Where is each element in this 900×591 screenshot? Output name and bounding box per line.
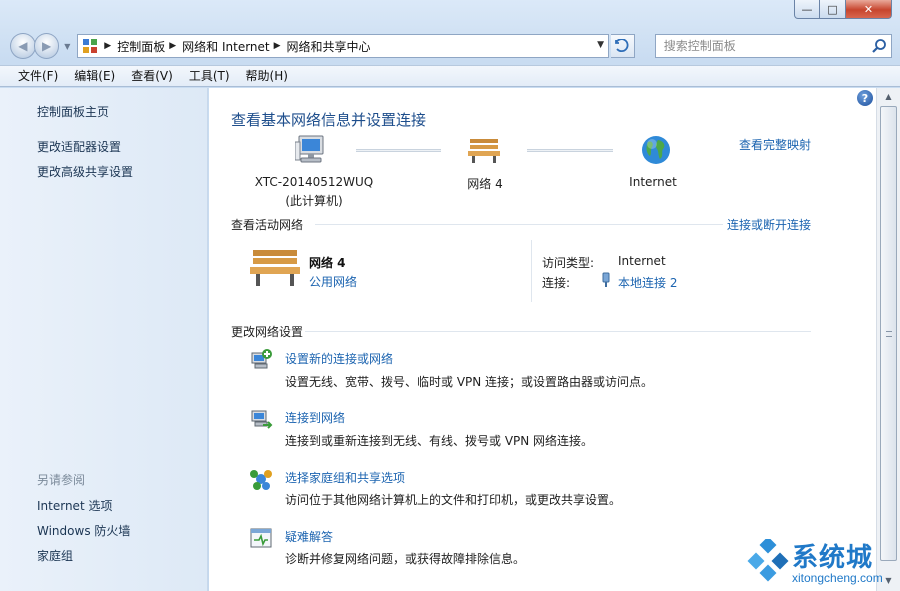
search-box[interactable]	[654, 34, 893, 58]
sidebar: 控制面板主页 更改适配器设置 更改高级共享设置 另请参阅 Internet 选项…	[0, 88, 208, 591]
task-link-connect-network[interactable]: 连接到网络	[285, 409, 345, 426]
task-desc-homegroup: 访问位于其他网络计算机上的文件和打印机，或更改共享设置。	[285, 493, 622, 507]
bench-icon	[468, 139, 500, 163]
sidebar-item-windows-firewall[interactable]: Windows 防火墙	[37, 522, 130, 539]
breadcrumb-separator-icon: ▶	[104, 41, 112, 51]
ethernet-cable-icon	[602, 272, 610, 287]
map-internet-name: Internet	[629, 175, 677, 189]
breadcrumb-control-panel[interactable]: 控制面板	[117, 38, 165, 55]
menu-tools[interactable]: 工具(T)	[181, 66, 238, 86]
map-computer-name: XTC-20140512WUQ	[254, 175, 374, 189]
task-link-homegroup[interactable]: 选择家庭组和共享选项	[285, 469, 405, 486]
minimize-button[interactable]: —	[794, 0, 820, 19]
address-bar[interactable]: ▶ 控制面板 ▶ 网络和 Internet ▶ 网络和共享中心 ▼	[77, 34, 609, 58]
sidebar-item-internet-options[interactable]: Internet 选项	[37, 497, 112, 514]
active-network-name: 网络 4	[309, 256, 346, 270]
menu-file[interactable]: 文件(F)	[10, 66, 66, 86]
task-desc-setup-connection: 设置无线、宽带、拨号、临时或 VPN 连接；或设置路由器或访问点。	[285, 375, 654, 389]
navigation-bar: ◀ ▶ ▼ ▶ 控制面板 ▶ 网络和 Internet ▶ 网络和共享中心 ▼	[8, 30, 893, 62]
view-full-map-link[interactable]: 查看完整映射	[739, 136, 811, 153]
menu-view[interactable]: 查看(V)	[123, 66, 181, 86]
breadcrumb-separator-icon[interactable]: ▶	[169, 41, 176, 51]
connect-disconnect-link[interactable]: 连接或断开连接	[727, 216, 811, 233]
connect-network-icon	[251, 410, 273, 429]
watermark-logo-icon	[747, 539, 789, 582]
menu-bar: 文件(F) 编辑(E) 查看(V) 工具(T) 帮助(H)	[0, 65, 900, 87]
search-icon[interactable]	[871, 38, 887, 57]
back-button[interactable]: ◀	[10, 33, 36, 59]
recent-pages-dropdown-icon[interactable]: ▼	[61, 42, 73, 51]
access-type-label: 访问类型:	[542, 256, 595, 270]
task-link-troubleshoot[interactable]: 疑难解答	[285, 528, 333, 545]
main-content: ? 查看基本网络信息并设置连接 查看完整映射 XTC-20140512WUQ (…	[209, 88, 876, 591]
task-desc-connect-network: 连接到或重新连接到无线、有线、拨号或 VPN 网络连接。	[285, 434, 594, 448]
network-location-link[interactable]: 公用网络	[309, 273, 357, 290]
search-input[interactable]	[663, 39, 864, 53]
breadcrumb-network-sharing-center[interactable]: 网络和共享中心	[287, 38, 371, 55]
help-icon[interactable]: ?	[857, 90, 873, 106]
task-desc-troubleshoot: 诊断并修复网络问题，或获得故障排除信息。	[285, 552, 526, 566]
troubleshoot-icon	[250, 528, 272, 548]
vertical-scrollbar[interactable]: ▲ ▼	[876, 88, 900, 591]
close-button[interactable]: ✕	[846, 0, 892, 19]
address-dropdown-icon[interactable]: ▼	[597, 40, 604, 50]
forward-button[interactable]: ▶	[33, 33, 60, 59]
task-link-setup-connection[interactable]: 设置新的连接或网络	[285, 350, 393, 367]
watermark: 系统城 xitongcheng.com	[744, 535, 900, 591]
local-connection-link[interactable]: 本地连接 2	[618, 274, 677, 291]
new-connection-icon	[251, 349, 272, 369]
vertical-divider	[531, 240, 532, 302]
sidebar-item-change-adapter-settings[interactable]: 更改适配器设置	[37, 138, 121, 155]
connections-label: 连接:	[542, 276, 571, 290]
map-computer-sub: (此计算机)	[285, 194, 343, 208]
active-networks-heading: 查看活动网络	[231, 218, 304, 232]
breadcrumb-separator-icon[interactable]: ▶	[274, 41, 281, 51]
menu-help[interactable]: 帮助(H)	[238, 66, 296, 86]
caption-buttons: — □ ✕	[794, 0, 892, 19]
sidebar-item-control-panel-home[interactable]: 控制面板主页	[37, 103, 109, 120]
map-link-line	[356, 149, 441, 152]
map-link-line	[527, 149, 613, 152]
section-divider	[305, 331, 811, 332]
watermark-url: xitongcheng.com	[792, 571, 883, 585]
page-title: 查看基本网络信息并设置连接	[231, 111, 427, 129]
map-computer-node: XTC-20140512WUQ (此计算机)	[249, 175, 379, 209]
section-divider	[315, 224, 723, 225]
computer-icon	[295, 135, 324, 163]
menu-edit[interactable]: 编辑(E)	[66, 66, 123, 86]
map-network-name: 网络 4	[467, 177, 503, 191]
scrollbar-thumb[interactable]	[880, 106, 897, 561]
watermark-brand: 系统城	[792, 543, 874, 573]
change-settings-heading: 更改网络设置	[231, 325, 304, 339]
refresh-button[interactable]	[610, 34, 635, 58]
see-also-heading: 另请参阅	[37, 473, 86, 487]
public-network-bench-icon[interactable]	[249, 246, 301, 288]
refresh-icon	[615, 39, 629, 53]
maximize-button[interactable]: □	[820, 0, 846, 19]
sidebar-item-homegroup[interactable]: 家庭组	[37, 547, 73, 564]
sidebar-item-change-advanced-sharing[interactable]: 更改高级共享设置	[37, 163, 133, 180]
scrollbar-grip-icon	[886, 331, 892, 337]
breadcrumb-network-internet[interactable]: 网络和 Internet	[182, 38, 269, 55]
access-type-value: Internet	[618, 254, 666, 268]
control-panel-icon	[80, 36, 100, 56]
internet-globe-icon	[642, 136, 670, 164]
scroll-up-icon[interactable]: ▲	[880, 88, 897, 105]
homegroup-icon	[250, 470, 272, 490]
